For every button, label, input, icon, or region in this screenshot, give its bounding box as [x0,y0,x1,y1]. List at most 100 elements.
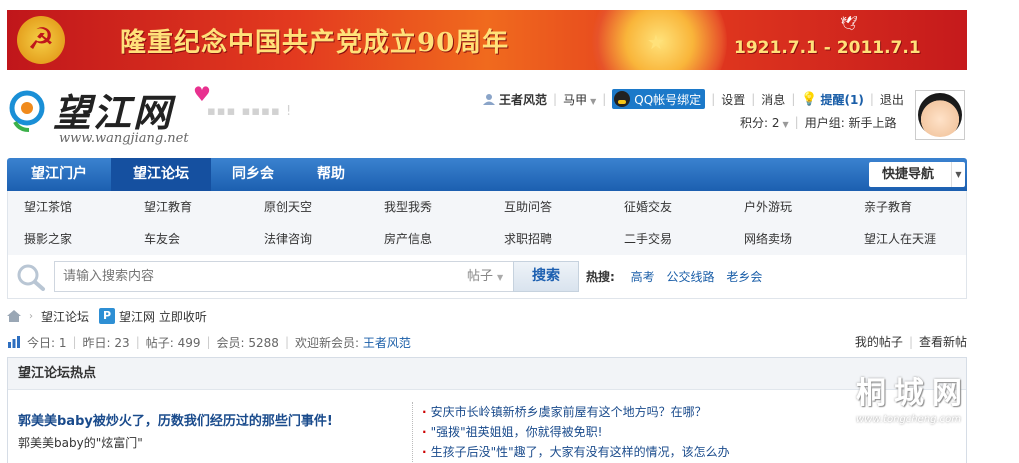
breadcrumb-forum[interactable]: 望江论坛 [41,308,89,325]
subnav-item[interactable]: 亲子教育 [848,191,968,223]
username-link[interactable]: 王者风范 [483,91,547,108]
hot-topic-link[interactable]: 安庆市长岭镇新桥乡虞家前屋有这个地方吗？在哪？ [422,402,730,422]
nav-item-help[interactable]: 帮助 [295,158,367,191]
subnav-item[interactable]: 我型我秀 [368,191,488,223]
caret-down-icon: ▼ [497,273,504,282]
subnav-item[interactable]: 网络卖场 [728,223,848,255]
vest-label: 马甲 [563,92,588,107]
stat-yesterday: 昨日: 23 [82,335,130,350]
subnav-item[interactable]: 二手交易 [608,223,728,255]
hot-search-link[interactable]: 公交线路 [666,270,714,284]
points-dropdown[interactable]: 积分: 2 ▼ [740,114,789,131]
avatar[interactable] [915,90,965,140]
new-member-link[interactable]: 王者风范 [363,334,411,351]
divider [412,402,413,463]
vest-dropdown[interactable]: 马甲 ▼ [563,91,596,108]
subnav-item[interactable]: 征婚交友 [608,191,728,223]
banner-dates: 1921.7.1 - 2011.7.1 [734,38,921,58]
username-text: 王者风范 [499,92,548,107]
stat-members: 会员: 5288 [216,335,279,350]
nav-item-hometown[interactable]: 同乡会 [211,158,295,191]
qq-bind-button[interactable]: QQ帐号绑定 [612,89,706,109]
chevron-right-icon: › [29,310,33,322]
user-toolbar: 王者风范 | 马甲 ▼ | QQ帐号绑定 | 设置 | 消息 | 💡 提醒(1) … [483,88,904,110]
separator: | [284,335,289,349]
logo-name: 望江网 [53,90,174,135]
qq-bind-label: QQ帐号绑定 [634,92,702,107]
watermark-url: www.tongcheng.com [856,414,962,425]
notice-link[interactable]: 💡 提醒(1) [801,91,864,108]
hot-search-link[interactable]: 高考 [631,270,655,284]
caret-down-icon: ▼ [590,96,597,106]
home-icon[interactable] [7,310,21,322]
search-box: 帖子▼ [54,261,514,292]
subnav-item[interactable]: 原创天空 [248,191,368,223]
subnav-item[interactable]: 法律咨询 [248,223,368,255]
points-label: 积分: 2 [740,115,780,130]
user-group: 用户组: 新手上路 [804,115,897,130]
site-logo[interactable]: 望江网 ♥ ▪▪▪ ▪▪▪▪ ! www.wangjiang.net [7,82,307,152]
banner-title: 隆重纪念中国共产党成立90周年 [120,28,510,58]
settings-link[interactable]: 设置 [721,91,745,108]
stat-today: 今日: 1 [27,335,67,350]
nav-item-forum[interactable]: 望江论坛 [111,158,211,191]
hot-topic-list: 安庆市长岭镇新桥乡虞家前屋有这个地方吗？在哪？ "强拨"祖英姐姐，你就得被免职!… [422,402,730,462]
separator: | [869,92,874,106]
welcome-label: 欢迎新会员: [295,335,360,350]
messages-link[interactable]: 消息 [761,91,785,108]
search-type-select[interactable]: 帖子 ▼ [461,262,513,291]
caret-down-icon: ▼ [951,162,965,187]
separator: | [206,335,211,349]
hot-search-label: 热搜: [586,270,615,284]
caret-down-icon: ▼ [782,119,789,129]
logout-link[interactable]: 退出 [880,91,904,108]
forum-stats: 今日: 1 | 昨日: 23 | 帖子: 499 | 会员: 5288 | 欢迎… [7,333,967,351]
nav-item-portal[interactable]: 望江门户 [7,158,111,191]
separator: | [791,92,796,106]
stats-actions: 我的帖子 | 查看新帖 [855,333,967,350]
search-button[interactable]: 搜索 [513,261,579,292]
separator: | [711,92,716,106]
user-icon [483,94,495,105]
follow-link[interactable]: 望江网 立即收听 [119,308,207,325]
separator: | [908,334,913,349]
heart-icon: ♥ [193,82,211,106]
subnav-item[interactable]: 摄影之家 [8,223,128,255]
new-posts-link[interactable]: 查看新帖 [919,333,967,350]
user-stats: 积分: 2 ▼ | 用户组: 新手上路 [740,112,897,132]
subnav-item[interactable]: 望江茶馆 [8,191,128,223]
subnav-item[interactable]: 车友会 [128,223,248,255]
quick-nav-button[interactable]: 快捷导航 ▼ [869,162,965,187]
my-posts-link[interactable]: 我的帖子 [855,333,903,350]
main-nav: 望江门户 望江论坛 同乡会 帮助 快捷导航 ▼ [7,158,967,191]
logo-mark-icon [9,90,45,132]
stat-posts: 帖子: 499 [145,335,201,350]
hot-topic-link[interactable]: 生孩子后没"性"趣了，大家有没有这样的情况，该怎么办 [422,442,730,462]
subnav-item[interactable]: 望江人在天涯 [848,223,968,255]
hot-search-link[interactable]: 老乡会 [726,270,762,284]
star-icon: ★ [647,30,665,54]
lead-topic-link[interactable]: 郭美美baby被炒火了，历数我们经历过的那些门事件! [18,410,333,429]
party-emblem-icon: ☭ [17,16,65,64]
hot-topics-panel: 望江论坛热点 郭美美baby被炒火了，历数我们经历过的那些门事件! 郭美美bab… [7,357,967,463]
subnav-item[interactable]: 求职招聘 [488,223,608,255]
subnav-item[interactable]: 户外游玩 [728,191,848,223]
hot-topic-link[interactable]: "强拨"祖英姐姐，你就得被免职! [422,422,730,442]
separator: | [751,92,756,106]
watermark: 桐城网 www.tongcheng.com [856,368,1016,428]
hot-search: 热搜: 高考 公交线路 老乡会 [586,255,770,299]
subnav-item[interactable]: 互助问答 [488,191,608,223]
anniversary-banner[interactable]: ☭ ★ 🕊 隆重纪念中国共产党成立90周年 1921.7.1 - 2011.7.… [7,10,967,70]
subnav-item[interactable]: 望江教育 [128,191,248,223]
search-type-label: 帖子 [467,269,494,284]
search-input[interactable] [55,262,455,291]
separator: | [794,115,799,129]
subnav-item[interactable]: 房产信息 [368,223,488,255]
lightbulb-icon: 💡 [801,91,818,107]
qq-penguin-icon [614,91,631,107]
breadcrumb: › 望江论坛 P 望江网 立即收听 [7,306,207,326]
watermark-name: 桐城网 [856,376,970,411]
search-bar: 帖子▼ 搜索 热搜: 高考 公交线路 老乡会 [7,255,967,299]
dove-icon: 🕊 [840,16,858,32]
notice-label: 提醒(1) [820,92,864,107]
